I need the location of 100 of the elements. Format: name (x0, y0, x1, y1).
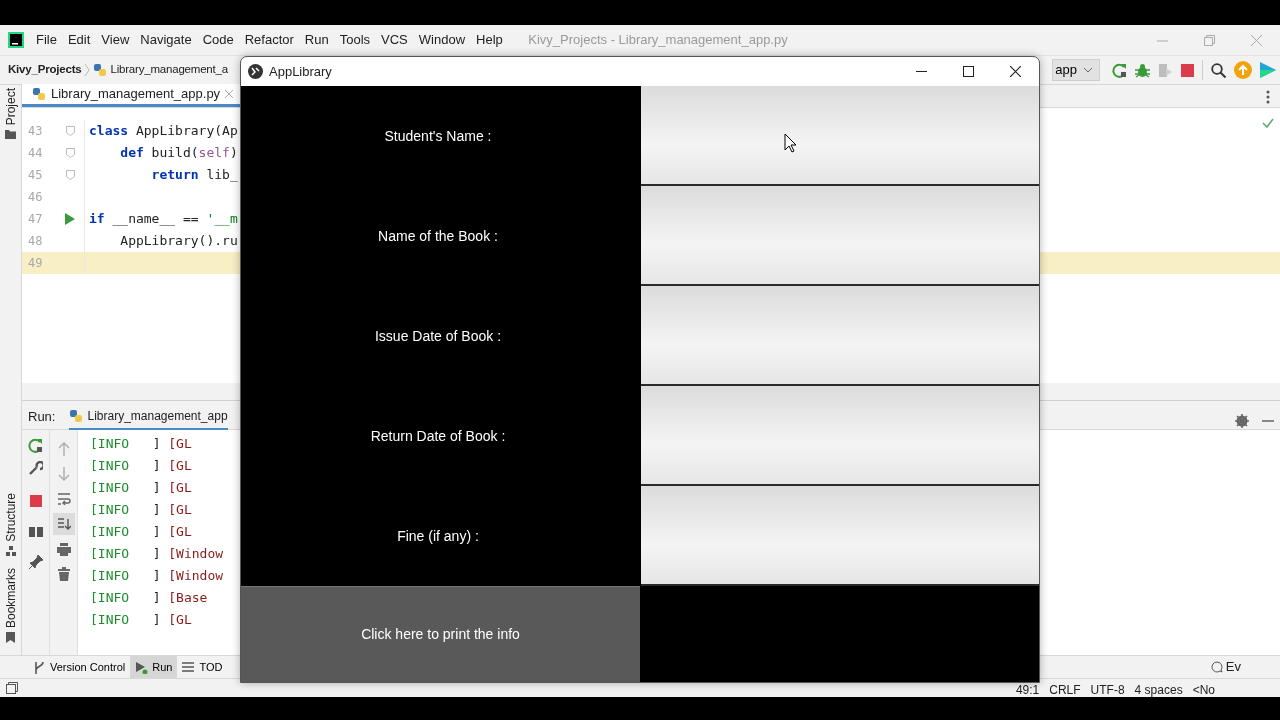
update-icon[interactable] (1234, 61, 1252, 79)
run-panel-label: Run: (28, 408, 56, 427)
code-line: class AppLibrary(Ap (84, 120, 238, 142)
more-icon[interactable] (1266, 90, 1270, 104)
line-number: 49 (27, 255, 44, 272)
chevron-right-icon (84, 63, 91, 77)
rerun-icon[interactable] (28, 438, 43, 453)
line-number: 48 (27, 233, 44, 250)
log-line: [INFO ] [Base (90, 589, 209, 607)
speech-bubble-icon (1210, 661, 1223, 673)
run-icon (135, 660, 149, 674)
ide-logo-icon[interactable] (1260, 62, 1276, 78)
line-number: 44 (27, 145, 44, 162)
menu-item[interactable]: Run (299, 30, 335, 50)
event-log-tab[interactable]: Ev (1210, 657, 1280, 677)
menu-item[interactable]: Code (197, 30, 240, 50)
line-number: 43 (27, 123, 44, 140)
status-item[interactable]: 4 spaces (1129, 684, 1188, 697)
code-line: if __name__ == '__m (84, 208, 238, 230)
up-arrow-icon (57, 442, 70, 456)
close-icon[interactable] (1010, 66, 1021, 77)
menu-item[interactable]: Edit (62, 30, 96, 50)
log-line: [INFO ] [GL (90, 457, 193, 475)
menu-item[interactable]: Navigate (134, 30, 198, 50)
toolbar-button[interactable] (52, 513, 75, 535)
field-label: Fine (if any) : (396, 526, 480, 546)
branch-icon (33, 660, 46, 674)
log-line: [INFO ] [GL (90, 501, 193, 519)
menu-item[interactable]: View (95, 30, 135, 50)
line-number: 46 (27, 189, 44, 206)
text-input[interactable] (641, 486, 1039, 586)
stop-icon[interactable] (29, 495, 42, 507)
code-line: def build(self) (84, 142, 238, 164)
print-button[interactable]: Click here to print the info (241, 586, 640, 682)
list-icon (182, 660, 196, 674)
chevron-down-icon (1083, 67, 1093, 73)
menu-item[interactable]: Window (413, 30, 471, 50)
menu-item[interactable]: Help (470, 30, 509, 50)
menu-item[interactable]: Refactor (239, 30, 300, 50)
log-line: [INFO ] [Window (90, 545, 224, 563)
project-breadcrumb[interactable]: Kivy_Projects (8, 61, 82, 79)
down-arrow-icon (57, 467, 70, 481)
python-file-icon (69, 409, 84, 423)
text-input[interactable] (641, 386, 1039, 486)
stop-icon[interactable] (1181, 63, 1194, 77)
search-icon[interactable] (1211, 62, 1226, 78)
log-line: [INFO ] [Window (90, 567, 224, 585)
line-number: 45 (27, 167, 44, 184)
log-line: [INFO ] [GL (90, 611, 193, 629)
tool-window-tab[interactable]: TOD (177, 655, 228, 679)
bookmark-icon (6, 632, 15, 643)
log-line: [INFO ] [GL (90, 435, 193, 453)
pin-icon[interactable] (28, 555, 43, 569)
restore-icon[interactable] (1204, 34, 1215, 46)
trash-icon (57, 567, 70, 581)
field-label: Issue Date of Book : (373, 326, 503, 346)
mouse-cursor-icon (784, 133, 797, 153)
python-file-icon (93, 63, 108, 77)
maximize-icon[interactable] (963, 66, 974, 77)
menu-item[interactable]: Tools (334, 30, 376, 50)
project-tool-tab[interactable]: Project (1, 88, 20, 126)
run-configuration-dropdown[interactable]: app (1052, 59, 1100, 81)
layout-icon[interactable] (28, 527, 43, 537)
tool-window-tab[interactable]: Version Control (28, 655, 131, 679)
menu-item[interactable]: File (30, 30, 63, 50)
wrench-icon[interactable] (28, 461, 43, 475)
bookmarks-tool-tab[interactable]: Bookmarks (1, 567, 20, 628)
tool-window-tab[interactable]: Run (130, 655, 178, 679)
fold-marker-icon[interactable] (65, 126, 75, 136)
rerun-icon[interactable] (1112, 62, 1127, 78)
menu-item[interactable]: VCS (375, 30, 414, 50)
status-item[interactable]: CRLF (1044, 684, 1086, 697)
print-icon (56, 542, 71, 556)
log-line: [INFO ] [GL (90, 523, 193, 541)
app-logo-icon (8, 32, 24, 48)
structure-icon (5, 545, 16, 556)
text-input[interactable] (641, 286, 1039, 386)
status-item[interactable]: 49:1 (1010, 684, 1045, 697)
line-number: 47 (27, 211, 44, 228)
field-label: Return Date of Book : (369, 426, 507, 446)
file-breadcrumb[interactable]: Library_management_a (110, 61, 228, 79)
fold-marker-icon[interactable] (65, 170, 75, 180)
structure-tool-tab[interactable]: Structure (1, 493, 20, 542)
field-label: Name of the Book : (377, 226, 499, 246)
window-title: Kivy_Projects - Library_management_app.py (528, 31, 788, 50)
text-input[interactable] (641, 186, 1039, 286)
panel-toggle-icon[interactable] (6, 682, 18, 694)
settings-icon[interactable] (1235, 414, 1249, 428)
log-line: [INFO ] [GL (90, 479, 193, 497)
status-item[interactable]: UTF-8 (1085, 684, 1130, 697)
status-item[interactable]: <No (1187, 684, 1220, 697)
folder-icon (5, 129, 16, 139)
check-icon (1262, 118, 1274, 128)
text-input[interactable] (641, 86, 1039, 186)
field-label: Student's Name : (383, 126, 493, 146)
bug-icon[interactable] (1135, 62, 1150, 78)
fold-marker-icon[interactable] (65, 148, 75, 158)
scroll-end-icon (56, 518, 71, 530)
run-icon[interactable] (65, 213, 75, 225)
app-icon (248, 64, 263, 79)
